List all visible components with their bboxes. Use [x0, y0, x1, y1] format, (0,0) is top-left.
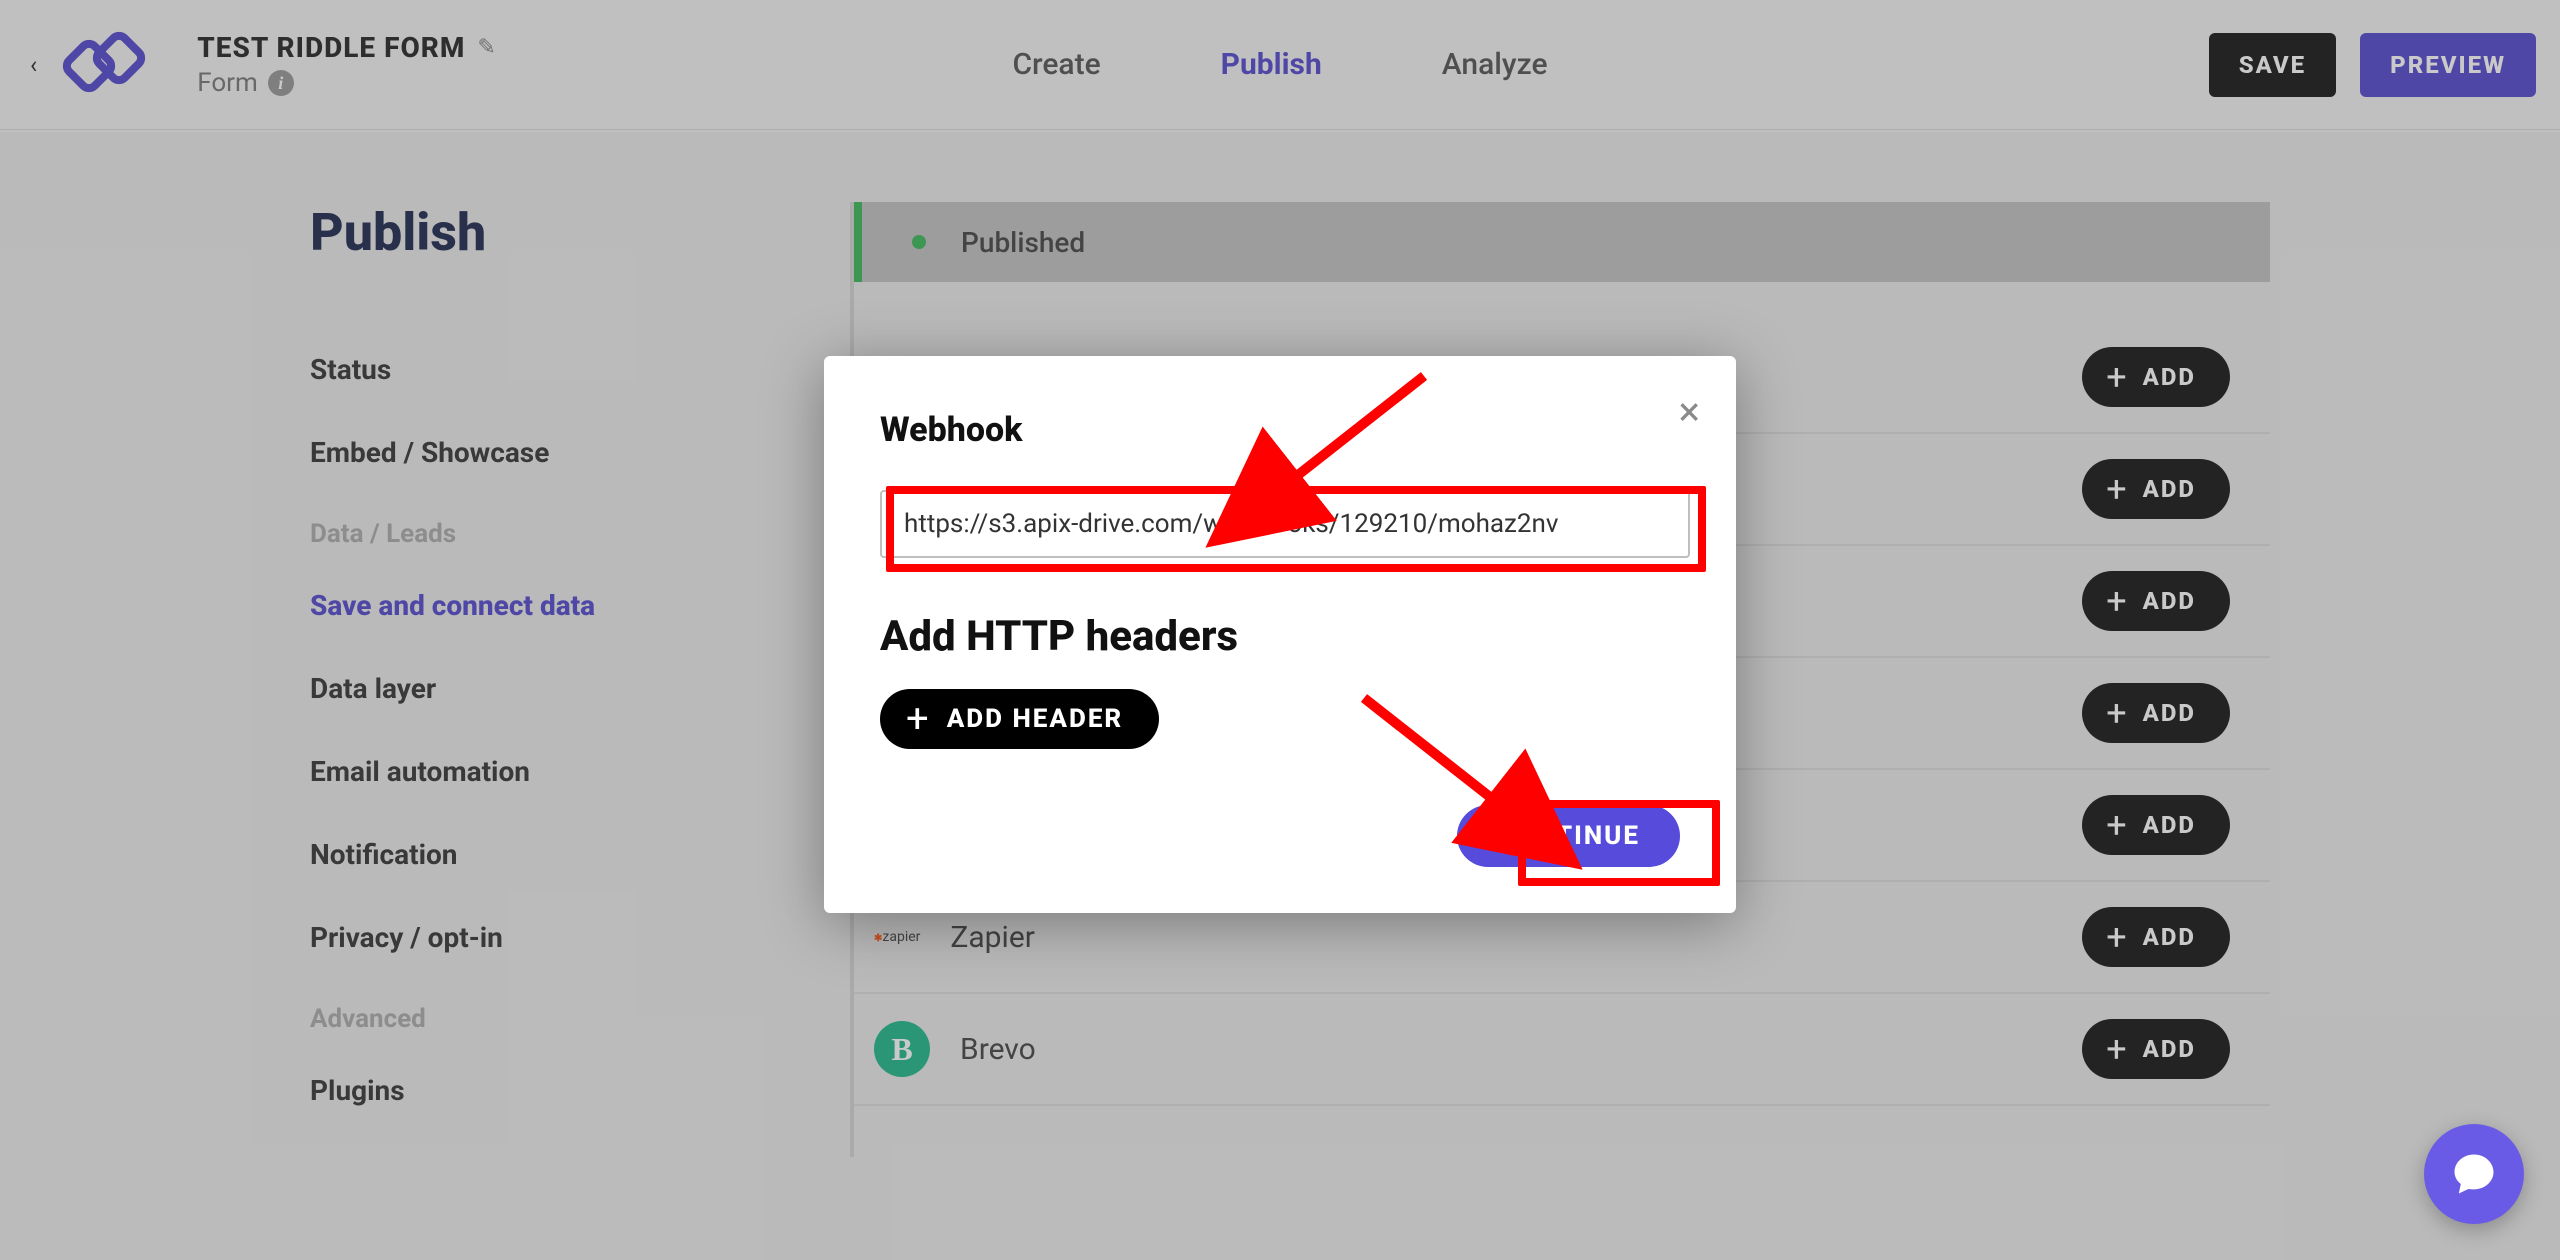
add-header-button[interactable]: + ADD HEADER [880, 689, 1159, 749]
webhook-modal: Webhook × Add HTTP headers + ADD HEADER … [824, 356, 1736, 913]
chat-icon [2448, 1148, 2500, 1200]
add-header-label: ADD HEADER [947, 704, 1124, 734]
webhook-url-input[interactable] [880, 490, 1690, 558]
chat-launcher-button[interactable] [2424, 1124, 2524, 1224]
continue-button[interactable]: CONTINUE [1457, 805, 1680, 867]
headers-section-title: Add HTTP headers [880, 612, 1680, 661]
modal-title: Webhook [880, 410, 1680, 450]
close-icon[interactable]: × [1679, 392, 1700, 432]
